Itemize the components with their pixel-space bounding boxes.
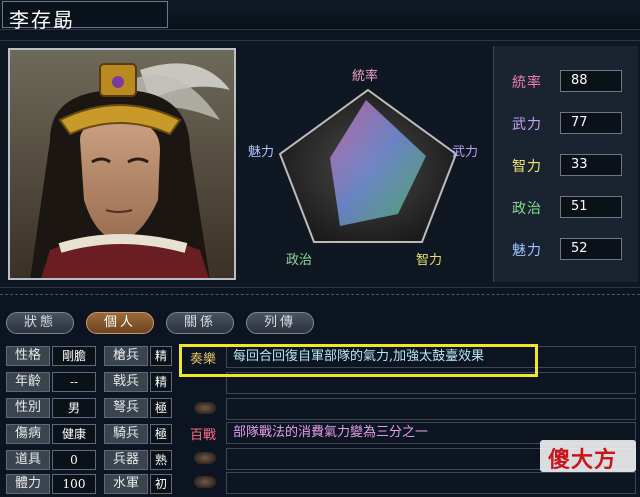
tab-relations[interactable]: 關係 [166,312,234,334]
officer-portrait [8,48,236,280]
personal-label: 道具 [6,450,50,470]
watermark-logo: 傻大方 [540,440,636,473]
stat-row-leadership: 統率 88 [508,70,638,92]
tab-status[interactable]: 狀態 [6,312,74,334]
radar-label-top: 統率 [352,68,378,84]
radar-label-bottom-left: 政治 [286,253,312,268]
stat-label: 智力 [512,159,542,175]
personal-label: 性別 [6,398,50,418]
stat-value: 77 [560,112,622,134]
personal-value: 健康 [52,424,96,444]
personal-label: 體力 [6,474,50,494]
watermark-text: 傻大方 [548,448,618,473]
stats-panel: 統率 88 武力 77 智力 33 政治 51 魅力 52 [493,46,638,282]
aptitude-rank: 精 [150,346,172,366]
skill-description [226,398,636,420]
stat-value: 33 [560,154,622,176]
stat-label: 政治 [512,201,542,217]
aptitude-label: 水軍 [104,474,148,494]
stat-row-intelligence: 智力 33 [508,154,638,176]
tab-biography[interactable]: 列傳 [246,312,314,334]
officer-name: 李存勗 [9,8,75,32]
stat-value: 51 [560,196,622,218]
personal-value: -- [52,372,96,392]
personal-value: 0 [52,450,96,470]
tab-personal[interactable]: 個人 [86,312,154,334]
stat-row-politics: 政治 51 [508,196,638,218]
aptitude-rank: 初 [150,474,172,494]
stat-label: 武力 [512,117,542,133]
stat-row-charisma: 魅力 52 [508,238,638,260]
aptitude-label: 槍兵 [104,346,148,366]
skill-row[interactable] [182,472,638,496]
stat-label: 魅力 [512,243,542,259]
personal-label: 年齡 [6,372,50,392]
aptitude-rank: 熟 [150,450,172,470]
personal-value: 男 [52,398,96,418]
title-bar: 李存勗 [0,0,640,32]
stat-value: 52 [560,238,622,260]
aptitude-label: 騎兵 [104,424,148,444]
aptitude-label: 戟兵 [104,372,148,392]
aptitude-rank: 極 [150,398,172,418]
aptitude-rank: 極 [150,424,172,444]
aptitude-rank: 精 [150,372,172,392]
skill-highlight-box [179,344,538,377]
radar-label-left: 魅力 [248,145,274,160]
officer-name-box: 李存勗 [2,1,168,32]
radar-label-bottom-right: 智力 [416,253,442,268]
skill-name: 百戰 [190,428,217,443]
aptitude-label: 弩兵 [104,398,148,418]
radar-label-right: 武力 [452,145,478,160]
stat-row-war: 武力 77 [508,112,638,134]
personal-label: 性格 [6,346,50,366]
stats-radar-chart: 統率 武力 智力 政治 魅力 [246,48,490,280]
skill-slot-icon [194,476,216,488]
aptitude-label: 兵器 [104,450,148,470]
skill-slot-icon [194,402,216,414]
personal-label: 傷病 [6,424,50,444]
stat-value: 88 [560,70,622,92]
section-divider [0,294,640,297]
skill-row[interactable] [182,398,638,422]
stat-label: 統率 [512,75,542,91]
skill-description [226,472,636,494]
personal-value: 100 [52,474,96,494]
personal-value: 剛膽 [52,346,96,366]
skill-slot-icon [194,452,216,464]
